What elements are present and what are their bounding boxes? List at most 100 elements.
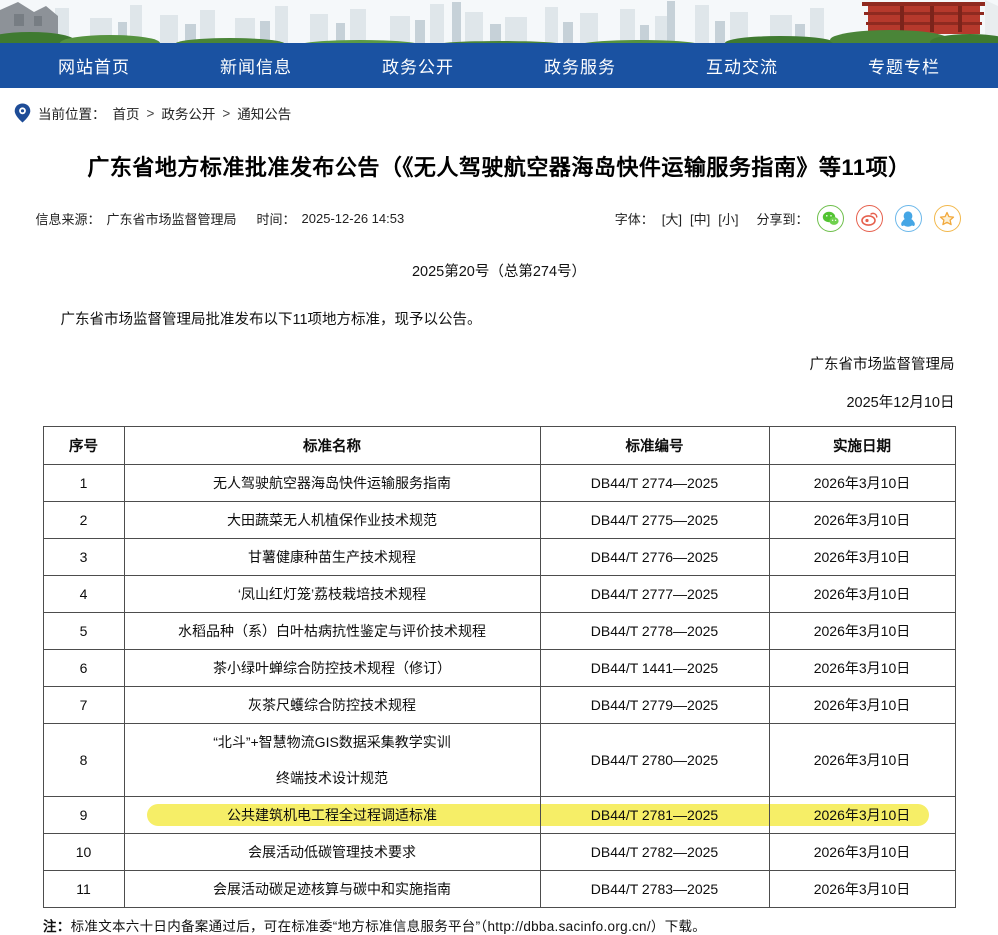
table-cell-code: DB44/T 2781—2025: [540, 797, 769, 834]
footnote-label: 注：: [43, 919, 71, 934]
nav-item-4[interactable]: 政务服务: [544, 53, 616, 78]
signature-org: 广东省市场监督管理局: [32, 353, 967, 374]
table-cell-date: 2026年3月10日: [769, 576, 955, 613]
main-nav: 网站首页 新闻信息 政务公开 政务服务 互动交流 专题专栏: [0, 43, 998, 88]
table-cell-name: 水稻品种（系）白叶枯病抗性鉴定与评价技术规程: [124, 613, 540, 650]
breadcrumb: 当前位置： 首页 > 政务公开 > 通知公告: [14, 103, 998, 123]
standards-table: 序号 标准名称 标准编号 实施日期 1无人驾驶航空器海岛快件运输服务指南DB44…: [43, 426, 956, 908]
table-cell-code: DB44/T 2782—2025: [540, 834, 769, 871]
table-cell-name: 茶小绿叶蝉综合防控技术规程（修订）: [124, 650, 540, 687]
nav-item-3[interactable]: 政务公开: [382, 53, 454, 78]
table-cell-no: 11: [43, 871, 124, 908]
announcement-body: 广东省市场监督管理局批准发布以下11项地方标准，现予以公告。: [32, 308, 967, 329]
table-cell-date: 2026年3月10日: [769, 834, 955, 871]
breadcrumb-separator: >: [222, 106, 230, 121]
page-title: 广东省地方标准批准发布公告（《无人驾驶航空器海岛快件运输服务指南》等11项）: [32, 150, 967, 182]
table-cell-date: 2026年3月10日: [769, 650, 955, 687]
wechat-share-icon[interactable]: [817, 205, 844, 232]
table-cell-code: DB44/T 2775—2025: [540, 502, 769, 539]
share-label: 分享到：: [756, 209, 808, 228]
font-large-button[interactable]: [大]: [662, 209, 682, 228]
breadcrumb-separator: >: [147, 106, 155, 121]
table-cell-no: 9: [43, 797, 124, 834]
table-cell-code: DB44/T 2783—2025: [540, 871, 769, 908]
table-row: 8“北斗”+智慧物流GIS数据采集教学实训终端技术设计规范DB44/T 2780…: [43, 724, 955, 797]
time-value: 2025-12-26 14:53: [302, 211, 405, 226]
table-row: 1无人驾驶航空器海岛快件运输服务指南DB44/T 2774—20252026年3…: [43, 465, 955, 502]
table-header-row: 序号 标准名称 标准编号 实施日期: [43, 427, 955, 465]
nav-item-1[interactable]: 网站首页: [58, 53, 130, 78]
nav-item-6[interactable]: 专题专栏: [868, 53, 940, 78]
table-cell-name: 甘薯健康种苗生产技术规程: [124, 539, 540, 576]
table-cell-code: DB44/T 1441—2025: [540, 650, 769, 687]
header-cityscape-image: [0, 0, 998, 43]
page: 网站首页新闻信息政务公开政务服务互动交流专题专栏 当前位置： 首页>政务公开>通…: [0, 0, 998, 935]
table-row: 4‘凤山红灯笼’荔枝栽培技术规程DB44/T 2777—20252026年3月1…: [43, 576, 955, 613]
table-cell-no: 2: [43, 502, 124, 539]
table-cell-date: 2026年3月10日: [769, 465, 955, 502]
share-icons: [817, 205, 961, 232]
table-cell-no: 8: [43, 724, 124, 797]
table-cell-name: “北斗”+智慧物流GIS数据采集教学实训终端技术设计规范: [124, 724, 540, 797]
doc-number: 2025第20号（总第274号）: [32, 260, 967, 281]
table-cell-name: 会展活动低碳管理技术要求: [124, 834, 540, 871]
table-cell-no: 4: [43, 576, 124, 613]
weibo-share-icon[interactable]: [856, 205, 883, 232]
table-cell-date: 2026年3月10日: [769, 724, 955, 797]
table-cell-no: 10: [43, 834, 124, 871]
breadcrumb-link-1[interactable]: 首页: [113, 103, 140, 123]
table-cell-code: DB44/T 2780—2025: [540, 724, 769, 797]
breadcrumb-link-2[interactable]: 政务公开: [161, 103, 215, 123]
time-label: 时间：: [257, 209, 296, 228]
nav-item-2[interactable]: 新闻信息: [220, 53, 292, 78]
table-row: 10会展活动低碳管理技术要求DB44/T 2782—20252026年3月10日: [43, 834, 955, 871]
star-share-icon[interactable]: [934, 205, 961, 232]
table-cell-date: 2026年3月10日: [769, 797, 955, 834]
source-value: 广东省市场监督管理局: [107, 209, 237, 228]
article-meta: 信息来源： 广东省市场监督管理局 时间： 2025-12-26 14:53: [36, 209, 405, 228]
table-cell-code: DB44/T 2777—2025: [540, 576, 769, 613]
table-cell-code: DB44/T 2778—2025: [540, 613, 769, 650]
table-row: 3甘薯健康种苗生产技术规程DB44/T 2776—20252026年3月10日: [43, 539, 955, 576]
table-row: 7灰茶尺蠖综合防控技术规程DB44/T 2779—20252026年3月10日: [43, 687, 955, 724]
table-cell-date: 2026年3月10日: [769, 613, 955, 650]
font-medium-button[interactable]: [中]: [690, 209, 710, 228]
col-header-name: 标准名称: [124, 427, 540, 465]
table-row: 5水稻品种（系）白叶枯病抗性鉴定与评价技术规程DB44/T 2778—20252…: [43, 613, 955, 650]
qq-share-icon[interactable]: [895, 205, 922, 232]
footnote-text: 标准文本六十日内备案通过后，可在标准委“地方标准信息服务平台”（http://d…: [71, 919, 707, 934]
meta-row: 信息来源： 广东省市场监督管理局 时间： 2025-12-26 14:53 字体…: [32, 205, 967, 232]
col-header-no: 序号: [43, 427, 124, 465]
table-cell-code: DB44/T 2776—2025: [540, 539, 769, 576]
table-cell-code: DB44/T 2779—2025: [540, 687, 769, 724]
table-cell-code: DB44/T 2774—2025: [540, 465, 769, 502]
table-row: 2大田蔬菜无人机植保作业技术规范DB44/T 2775—20252026年3月1…: [43, 502, 955, 539]
table-cell-name: ‘凤山红灯笼’荔枝栽培技术规程: [124, 576, 540, 613]
col-header-code: 标准编号: [540, 427, 769, 465]
table-row: 9公共建筑机电工程全过程调适标准DB44/T 2781—20252026年3月1…: [43, 797, 955, 834]
font-label: 字体：: [615, 209, 654, 228]
footnote: 注：标准文本六十日内备案通过后，可在标准委“地方标准信息服务平台”（http:/…: [43, 915, 955, 935]
table-cell-name: 会展活动碳足迹核算与碳中和实施指南: [124, 871, 540, 908]
article: 广东省地方标准批准发布公告（《无人驾驶航空器海岛快件运输服务指南》等11项） 信…: [32, 150, 967, 412]
table-cell-no: 5: [43, 613, 124, 650]
signature-date: 2025年12月10日: [32, 391, 967, 412]
breadcrumb-label: 当前位置：: [38, 103, 106, 123]
table-cell-name: 大田蔬菜无人机植保作业技术规范: [124, 502, 540, 539]
font-share-controls: 字体： [大] [中] [小] 分享到：: [615, 205, 961, 232]
table-cell-name: 公共建筑机电工程全过程调适标准: [124, 797, 540, 834]
table-cell-date: 2026年3月10日: [769, 539, 955, 576]
col-header-date: 实施日期: [769, 427, 955, 465]
table-row: 6茶小绿叶蝉综合防控技术规程（修订）DB44/T 1441—20252026年3…: [43, 650, 955, 687]
table-cell-no: 6: [43, 650, 124, 687]
breadcrumb-link-3[interactable]: 通知公告: [237, 103, 291, 123]
table-cell-date: 2026年3月10日: [769, 687, 955, 724]
location-pin-icon: [14, 103, 31, 123]
nav-item-5[interactable]: 互动交流: [706, 53, 778, 78]
table-cell-no: 1: [43, 465, 124, 502]
table-cell-name: 灰茶尺蠖综合防控技术规程: [124, 687, 540, 724]
table-cell-date: 2026年3月10日: [769, 871, 955, 908]
table-cell-no: 3: [43, 539, 124, 576]
font-small-button[interactable]: [小]: [718, 209, 738, 228]
table-cell-no: 7: [43, 687, 124, 724]
